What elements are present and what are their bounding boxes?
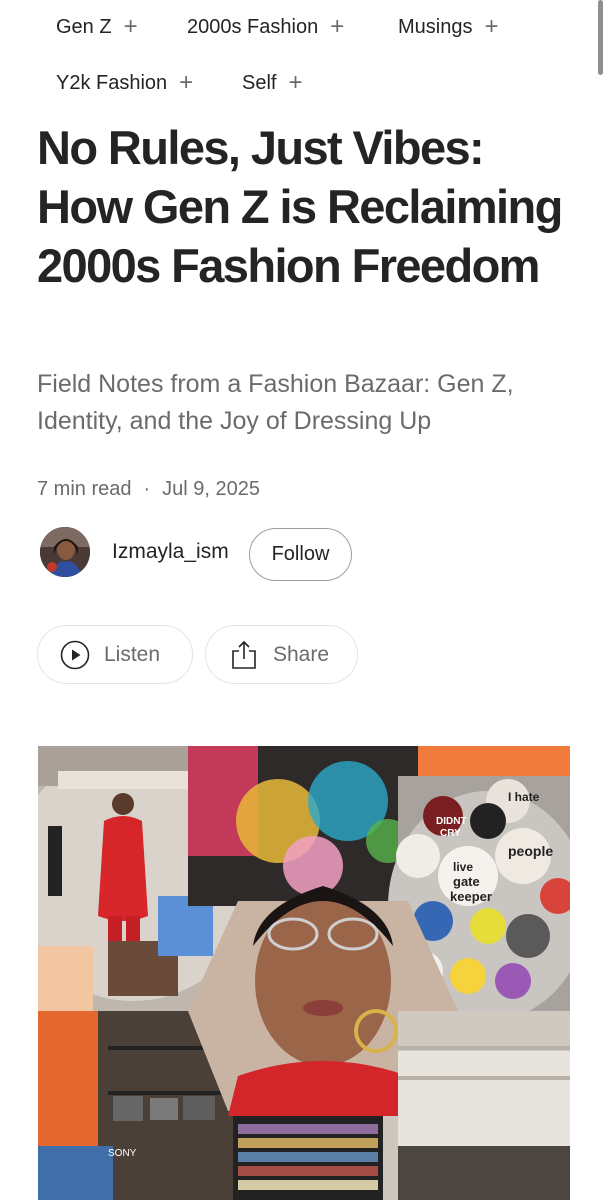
tag-label: Y2k Fashion [56,71,168,94]
svg-text:DIDNT: DIDNT [436,816,467,827]
svg-text:keeper: keeper [450,889,492,904]
collage-illustration: DIDNT CRY I hate people live gate keeper… [38,746,570,1200]
plus-icon: + [484,13,499,40]
listen-button[interactable]: Listen [37,625,193,684]
tag-musings[interactable]: Musings + [398,15,499,39]
share-button[interactable]: Share [205,625,358,684]
article-meta: 7 min read · Jul 9, 2025 [37,478,260,501]
tag-self[interactable]: Self + [242,71,302,95]
svg-text:live: live [453,860,473,874]
author-name[interactable]: Izmayla_ism [112,540,229,564]
svg-text:gate: gate [453,874,480,889]
tag-label: Musings [398,15,473,38]
play-icon [60,640,90,670]
tag-label: 2000s Fashion [187,15,319,38]
article-subtitle: Field Notes from a Fashion Bazaar: Gen Z… [37,370,514,435]
hero-image[interactable]: DIDNT CRY I hate people live gate keeper… [38,746,570,1200]
svg-text:I hate: I hate [508,790,540,804]
plus-icon: + [123,13,138,40]
article-title: No Rules, Just Vibes: How Gen Z is Recla… [37,121,563,292]
tag-y2k-fashion[interactable]: Y2k Fashion + [56,71,193,95]
read-time: 7 min read [37,478,132,500]
avatar[interactable] [40,527,90,577]
follow-button[interactable]: Follow [249,528,352,581]
topic-tags: Gen Z + 2000s Fashion + Musings + Y2k Fa… [0,0,607,110]
plus-icon: + [288,69,303,96]
svg-text:CRY: CRY [440,828,461,839]
author-row: Izmayla_ism [40,527,229,577]
listen-label: Listen [104,642,161,666]
svg-text:people: people [508,843,553,859]
tag-2000s-fashion[interactable]: 2000s Fashion + [187,15,344,39]
meta-separator: · [143,478,151,500]
share-label: Share [273,642,330,666]
share-icon [231,640,257,670]
tag-label: Self [242,71,277,94]
svg-text:SONY: SONY [108,1148,137,1159]
plus-icon: + [330,13,345,40]
tag-gen-z[interactable]: Gen Z + [56,15,138,39]
avatar-image [40,527,90,577]
publish-date: Jul 9, 2025 [162,478,261,500]
scrollbar[interactable] [598,0,603,75]
tag-label: Gen Z [56,15,112,38]
plus-icon: + [179,69,194,96]
